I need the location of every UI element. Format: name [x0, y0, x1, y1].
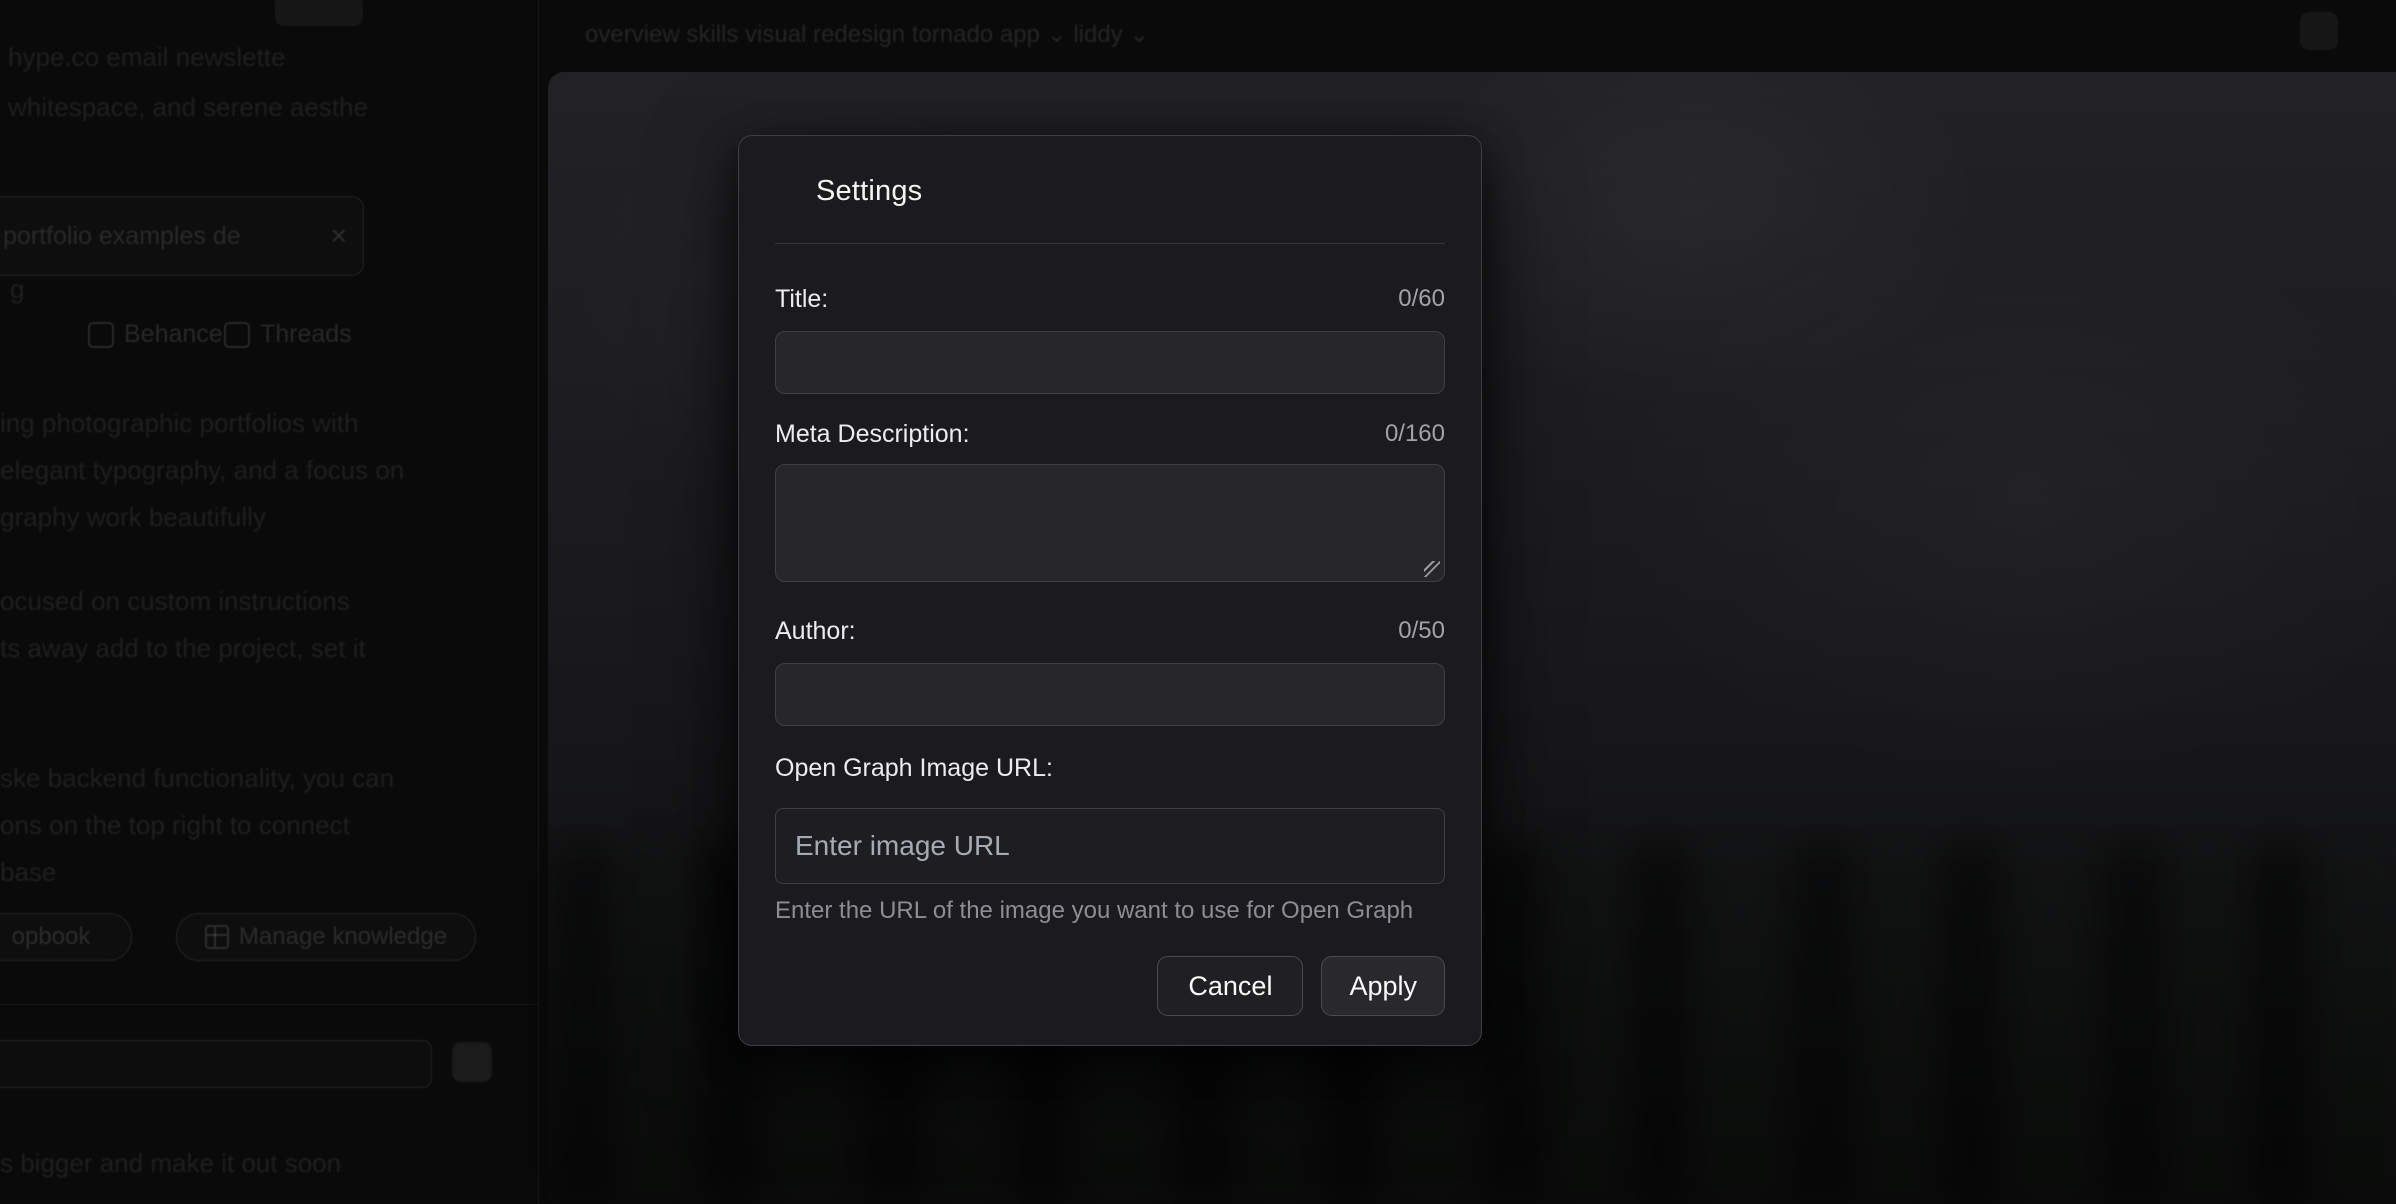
checkbox-icon[interactable]: [88, 322, 114, 348]
sidebar-footer-note: s bigger and make it out soon: [0, 1148, 341, 1179]
app-root: overview skills visual redesign tornado …: [0, 0, 2396, 1204]
manage-knowledge-button[interactable]: Manage knowledge: [176, 913, 476, 961]
meta-description-textarea[interactable]: [775, 464, 1445, 582]
author-char-counter: 0/50: [1398, 616, 1445, 646]
sidebar-paragraph: ing photographic portfolios with elegant…: [0, 400, 404, 541]
author-input[interactable]: [775, 663, 1445, 726]
sidebar-text-line: hype.co email newslette: [8, 42, 285, 73]
author-field-label: Author:: [775, 616, 856, 646]
close-icon[interactable]: ×: [331, 220, 347, 252]
sidebar-button-opbook[interactable]: opbook: [0, 913, 132, 961]
checkbox-threads[interactable]: Threads: [224, 320, 352, 349]
attachment-label: portfolio examples de: [3, 222, 241, 251]
send-button[interactable]: [452, 1042, 492, 1082]
checkbox-label: Threads: [260, 320, 352, 349]
sidebar: hype.co email newslette whitespace, and …: [0, 0, 539, 1204]
modal-divider: [775, 243, 1445, 244]
title-field-label: Title:: [775, 284, 828, 314]
cancel-button[interactable]: Cancel: [1157, 956, 1303, 1016]
sidebar-text-line: whitespace, and serene aesthe: [8, 92, 368, 123]
attachment-chip[interactable]: portfolio examples de ×: [0, 196, 364, 276]
topbar-settings-icon[interactable]: [2300, 12, 2338, 50]
button-label: opbook: [12, 923, 91, 951]
og-image-url-label: Open Graph Image URL:: [775, 753, 1053, 783]
meta-description-char-counter: 0/160: [1385, 419, 1445, 449]
checkbox-icon[interactable]: [224, 322, 250, 348]
sidebar-paragraph: ocused on custom instructions ts away ad…: [0, 578, 366, 672]
sidebar-tab-stub[interactable]: [275, 0, 363, 26]
apply-button[interactable]: Apply: [1321, 956, 1445, 1016]
sidebar-chat-input[interactable]: [0, 1040, 432, 1088]
sidebar-text-line: g: [10, 274, 24, 305]
og-image-url-helper-text: Enter the URL of the image you want to u…: [775, 897, 1445, 925]
og-image-url-input[interactable]: [775, 808, 1445, 884]
title-char-counter: 0/60: [1398, 284, 1445, 314]
meta-description-wrap: [775, 464, 1445, 582]
button-label: Manage knowledge: [239, 923, 447, 951]
breadcrumb: overview skills visual redesign tornado …: [585, 20, 1149, 49]
grid-icon: [205, 925, 229, 949]
sidebar-paragraph: ske backend functionality, you can ons o…: [0, 755, 394, 896]
checkbox-behance[interactable]: Behance: [88, 320, 223, 349]
modal-actions: Cancel Apply: [775, 956, 1445, 1016]
sidebar-divider: [0, 1004, 538, 1005]
modal-title: Settings: [816, 174, 1445, 208]
title-input[interactable]: [775, 331, 1445, 394]
meta-description-label: Meta Description:: [775, 419, 970, 449]
settings-modal: Settings Title: 0/60 Meta Description: 0…: [738, 135, 1482, 1046]
checkbox-label: Behance: [124, 320, 223, 349]
